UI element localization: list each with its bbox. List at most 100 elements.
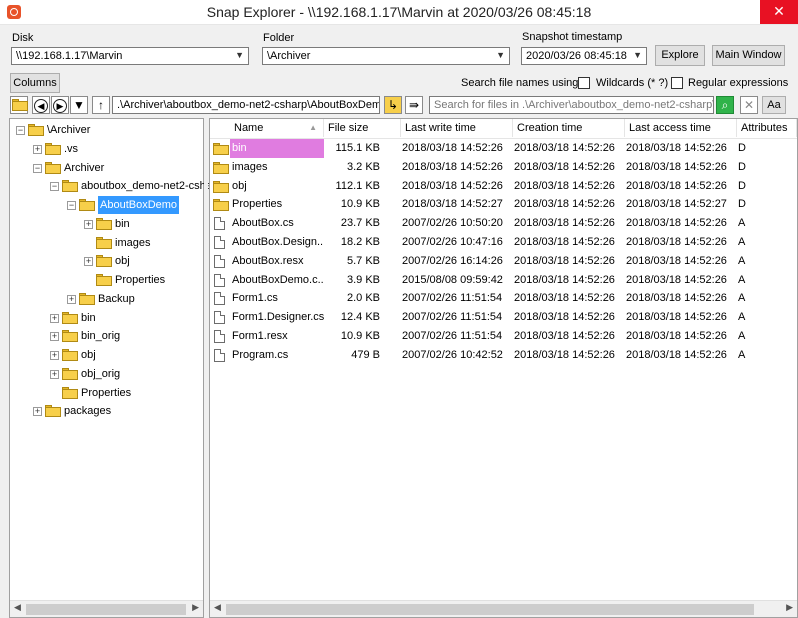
scroll-thumb[interactable] xyxy=(26,604,186,615)
file-icon xyxy=(214,273,225,287)
file-row[interactable]: Form1.Designer.cs 12.4 KB 2007/02/26 11:51… xyxy=(210,308,796,327)
file-name: obj xyxy=(232,179,247,192)
go-path-icon[interactable]: ↳ xyxy=(384,96,402,114)
expand-icon[interactable]: + xyxy=(50,351,59,360)
folder-tree[interactable]: − \Archiver + .vs − Archiver − aboutbox_demo-ne… xyxy=(9,118,212,618)
chevron-down-icon: ▼ xyxy=(496,50,505,60)
file-row[interactable]: AboutBox.Design... 18.2 KB 2007/02/26 10:4… xyxy=(210,233,796,252)
file-write: 2015/08/08 09:59:42 xyxy=(402,273,503,286)
scroll-thumb[interactable] xyxy=(226,604,754,615)
file-created: 2018/03/18 14:52:26 xyxy=(514,311,615,324)
expand-icon[interactable]: + xyxy=(67,294,76,304)
file-row[interactable]: bin 115.1 KB 2018/03/18 14:52:26 2018/03/18… xyxy=(210,139,796,158)
folder-combo[interactable]: \Archiver ▼ xyxy=(262,47,510,65)
wildcards-checkbox[interactable] xyxy=(578,77,590,89)
search-input[interactable]: Search for files in .\Archiver\aboutbox_… xyxy=(429,96,714,114)
splitter[interactable] xyxy=(204,118,208,618)
back-icon[interactable]: ◀ xyxy=(32,96,50,114)
snapshot-combo[interactable]: 2020/03/26 08:45:18 ▼ xyxy=(521,47,647,65)
dropdown-icon[interactable]: ▼ xyxy=(70,96,88,114)
file-icon xyxy=(214,217,225,231)
regex-checkbox[interactable] xyxy=(671,77,683,89)
disk-label: Disk xyxy=(12,32,34,44)
column-last-write[interactable]: Last write time xyxy=(401,119,513,137)
forward-icon[interactable]: ▶ xyxy=(51,96,69,114)
scroll-right-icon[interactable]: ▶ xyxy=(192,602,199,613)
file-write: 2007/02/26 10:50:20 xyxy=(402,217,503,230)
search-placeholder: Search for files in .\Archiver\aboutbox_… xyxy=(434,99,714,111)
column-creation[interactable]: Creation time xyxy=(513,119,625,137)
path-input[interactable]: .\Archiver\aboutbox_demo-net2-csharp\Abo… xyxy=(112,96,380,114)
collapse-icon[interactable]: − xyxy=(50,182,59,192)
scroll-left-icon[interactable]: ◀ xyxy=(214,602,221,613)
file-name: Form1.cs xyxy=(232,292,278,305)
file-attr: D xyxy=(738,142,746,154)
expand-icon[interactable]: + xyxy=(84,257,93,267)
expand-icon[interactable]: + xyxy=(84,219,93,229)
file-name: AboutBox.cs xyxy=(232,217,294,230)
tree-horizontal-scrollbar[interactable]: ◀ ▶ xyxy=(10,600,203,617)
up-icon[interactable]: ↑ xyxy=(92,96,110,114)
scroll-right-icon[interactable]: ▶ xyxy=(786,602,793,613)
tree-item-label: Properties xyxy=(81,386,132,399)
file-attr: A xyxy=(738,348,746,361)
file-attr: A xyxy=(738,330,746,342)
file-row[interactable]: Program.cs 479 B 2007/02/26 10:42:52 2018/0… xyxy=(210,346,796,365)
expand-icon[interactable]: + xyxy=(50,313,59,323)
tree-item-label: bin xyxy=(81,311,96,324)
tree-item-label: bin_orig xyxy=(81,330,121,343)
expand-icon[interactable]: + xyxy=(50,332,59,342)
column-name[interactable]: Name ▲ xyxy=(210,119,324,137)
tree-item-label: images xyxy=(115,236,151,249)
file-row[interactable]: obj 112.1 KB 2018/03/18 14:52:26 2018/03/18… xyxy=(210,177,796,196)
column-file-size[interactable]: File size xyxy=(324,119,401,137)
file-row[interactable]: images 3.2 KB 2018/03/18 14:52:26 2018/03/1… xyxy=(210,158,796,177)
disk-combo[interactable]: \\192.168.1.17\Marvin ▼ xyxy=(11,47,249,65)
columns-button[interactable]: Columns xyxy=(10,73,60,93)
file-row[interactable]: Form1.resx 10.9 KB 2007/02/26 11:51:54 2018… xyxy=(210,327,796,346)
collapse-icon[interactable]: − xyxy=(67,201,76,210)
expand-icon[interactable]: + xyxy=(50,369,59,379)
expand-icon[interactable]: + xyxy=(33,407,42,417)
folder-icon xyxy=(62,367,78,380)
file-name: AboutBoxDemo.c... xyxy=(232,273,324,286)
column-last-access[interactable]: Last access time xyxy=(625,119,737,137)
main-window-button[interactable]: Main Window xyxy=(712,45,785,66)
tree-item-label: .vs xyxy=(64,142,79,155)
file-size: 2.0 KB xyxy=(346,292,380,305)
file-row[interactable]: AboutBoxDemo.c... 3.9 KB 2015/08/08 09:59:… xyxy=(210,271,796,290)
collapse-icon[interactable]: − xyxy=(16,126,25,135)
column-attributes[interactable]: Attributes xyxy=(737,119,797,137)
close-button[interactable]: ✕ xyxy=(760,0,798,24)
tree-item-label: packages xyxy=(64,405,112,418)
search-icon[interactable]: ⌕ xyxy=(716,96,734,114)
folder-icon xyxy=(62,180,78,193)
wildcards-label: Wildcards (* ?) xyxy=(596,77,669,89)
clear-icon[interactable]: ✕ xyxy=(740,96,758,114)
snapshot-label: Snapshot timestamp xyxy=(522,31,623,43)
tree-item-label: aboutbox_demo-net2-csha xyxy=(81,180,212,193)
browse-icon[interactable]: ⇛ xyxy=(405,96,423,114)
title-bar: Snap Explorer - \\192.168.1.17\Marvin at… xyxy=(0,0,798,25)
file-row[interactable]: AboutBox.cs 23.7 KB 2007/02/26 10:50:20 201… xyxy=(210,214,796,233)
file-list[interactable]: Name ▲ File size Last write time Creatio… xyxy=(209,118,798,618)
file-name: AboutBox.Design... xyxy=(232,236,324,248)
file-row[interactable]: Properties 10.9 KB 2018/03/18 14:52:27 2018… xyxy=(210,195,796,214)
file-name: AboutBox.resx xyxy=(232,254,304,267)
folder-icon xyxy=(79,199,95,211)
file-row[interactable]: AboutBox.resx 5.7 KB 2007/02/26 16:14:26 20… xyxy=(210,252,796,271)
file-access: 2018/03/18 14:52:26 xyxy=(626,142,727,154)
folder-icon xyxy=(45,405,61,418)
file-created: 2018/03/18 14:52:26 xyxy=(514,198,615,211)
explore-button[interactable]: Explore xyxy=(655,45,705,66)
file-row[interactable]: Form1.cs 2.0 KB 2007/02/26 11:51:54 2018/03… xyxy=(210,289,796,308)
folder-icon xyxy=(62,386,78,399)
collapse-icon[interactable]: − xyxy=(33,163,42,173)
list-horizontal-scrollbar[interactable]: ◀ ▶ xyxy=(210,600,797,617)
open-folder-icon[interactable] xyxy=(10,96,28,114)
match-case-button[interactable]: Aa xyxy=(762,96,786,114)
expand-icon[interactable]: + xyxy=(33,144,42,154)
file-size: 10.9 KB xyxy=(340,330,380,342)
scroll-left-icon[interactable]: ◀ xyxy=(14,602,21,613)
file-created: 2018/03/18 14:52:26 xyxy=(514,330,615,342)
